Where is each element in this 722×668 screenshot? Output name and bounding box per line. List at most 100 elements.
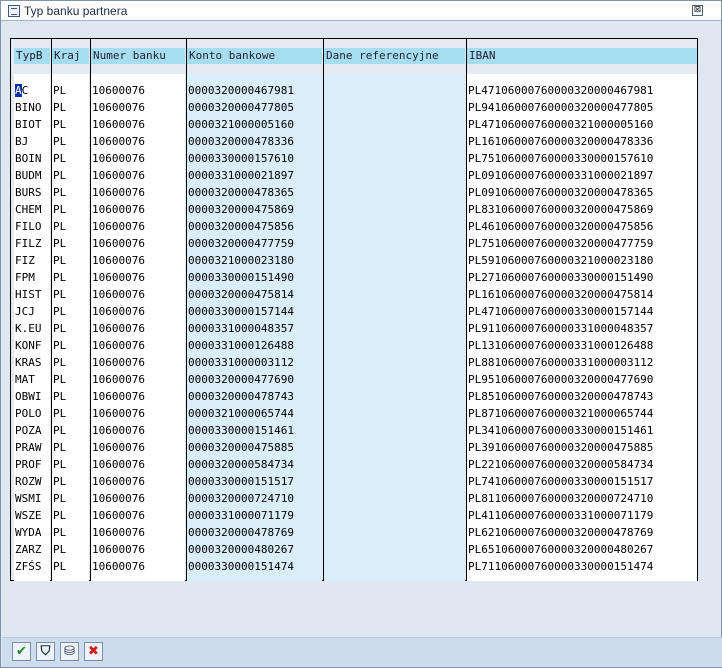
table-cell-kraj[interactable]: PL <box>53 507 88 524</box>
table-cell-iban[interactable]: PL46106000760000320000475856 <box>468 218 696 235</box>
table-cell-kraj[interactable]: PL <box>53 558 88 575</box>
table-cell-iban[interactable]: PL81106000760000320000724710 <box>468 490 696 507</box>
table-cell-numer[interactable]: 10600076 <box>92 371 184 388</box>
confirm-button[interactable]: ✔ <box>12 642 31 661</box>
table-cell-numer[interactable]: 10600076 <box>92 184 184 201</box>
table-cell-iban[interactable]: PL34106000760000330000151461 <box>468 422 696 439</box>
table-cell-iban[interactable]: PL75106000760000320000477759 <box>468 235 696 252</box>
table-cell-typ[interactable]: FPM <box>15 269 49 286</box>
table-cell-konto[interactable]: 0000320000478769 <box>188 524 321 541</box>
table-cell-konto[interactable]: 0000320000480267 <box>188 541 321 558</box>
table-cell-kraj[interactable]: PL <box>53 524 88 541</box>
table-cell-kraj[interactable]: PL <box>53 456 88 473</box>
table-cell-kraj[interactable]: PL <box>53 116 88 133</box>
table-cell-numer[interactable]: 10600076 <box>92 167 184 184</box>
table-cell-typ[interactable]: HIST <box>15 286 49 303</box>
filter-button[interactable]: ⛉ <box>36 642 55 661</box>
table-cell-typ[interactable]: WSMI <box>15 490 49 507</box>
table-cell-dane[interactable] <box>325 388 464 405</box>
table-cell-dane[interactable] <box>325 201 464 218</box>
table-cell-konto[interactable]: 0000320000467981 <box>188 82 321 99</box>
table-cell-dane[interactable] <box>325 524 464 541</box>
table-cell-typ[interactable]: ZFŚS <box>15 558 49 575</box>
table-cell-numer[interactable]: 10600076 <box>92 269 184 286</box>
table-cell-numer[interactable]: 10600076 <box>92 337 184 354</box>
table-cell-numer[interactable]: 10600076 <box>92 490 184 507</box>
table-cell-dane[interactable] <box>325 320 464 337</box>
table-cell-iban[interactable]: PL83106000760000320000475869 <box>468 201 696 218</box>
table-cell-numer[interactable]: 10600076 <box>92 507 184 524</box>
table-cell-typ[interactable]: K.EU <box>15 320 49 337</box>
table-cell-kraj[interactable]: PL <box>53 201 88 218</box>
table-cell-numer[interactable]: 10600076 <box>92 286 184 303</box>
table-cell-dane[interactable] <box>325 235 464 252</box>
table-cell-dane[interactable] <box>325 371 464 388</box>
table-cell-kraj[interactable]: PL <box>53 286 88 303</box>
table-cell-dane[interactable] <box>325 439 464 456</box>
table-cell-kraj[interactable]: PL <box>53 422 88 439</box>
table-cell-konto[interactable]: 0000330000157144 <box>188 303 321 320</box>
table-cell-dane[interactable] <box>325 150 464 167</box>
table-cell-typ[interactable]: FILZ <box>15 235 49 252</box>
table-cell-konto[interactable]: 0000320000475814 <box>188 286 321 303</box>
table-cell-dane[interactable] <box>325 218 464 235</box>
column-header-dane[interactable]: Dane referencyjne <box>324 48 465 64</box>
table-cell-typ[interactable]: BINO <box>15 99 49 116</box>
table-cell-iban[interactable]: PL47106000760000321000005160 <box>468 116 696 133</box>
table-cell-konto[interactable]: 0000320000477690 <box>188 371 321 388</box>
table-cell-kraj[interactable]: PL <box>53 184 88 201</box>
table-cell-konto[interactable]: 0000320000584734 <box>188 456 321 473</box>
table-cell-iban[interactable]: PL91106000760000331000048357 <box>468 320 696 337</box>
table-cell-iban[interactable]: PL65106000760000320000480267 <box>468 541 696 558</box>
table-cell-numer[interactable]: 10600076 <box>92 354 184 371</box>
table-cell-typ[interactable]: WYDA <box>15 524 49 541</box>
table-cell-typ[interactable]: CHEM <box>15 201 49 218</box>
table-cell-kraj[interactable]: PL <box>53 150 88 167</box>
table-cell-typ[interactable]: PROF <box>15 456 49 473</box>
table-cell-iban[interactable]: PL88106000760000331000003112 <box>468 354 696 371</box>
table-cell-typ[interactable]: POZA <box>15 422 49 439</box>
table-cell-kraj[interactable]: PL <box>53 235 88 252</box>
table-cell-dane[interactable] <box>325 354 464 371</box>
table-cell-konto[interactable]: 0000330000151474 <box>188 558 321 575</box>
table-cell-kraj[interactable]: PL <box>53 99 88 116</box>
table-cell-iban[interactable]: PL16106000760000320000478336 <box>468 133 696 150</box>
table-cell-dane[interactable] <box>325 167 464 184</box>
table-cell-dane[interactable] <box>325 490 464 507</box>
table-cell-kraj[interactable]: PL <box>53 439 88 456</box>
table-cell-dane[interactable] <box>325 82 464 99</box>
table-cell-typ[interactable]: BURS <box>15 184 49 201</box>
table-cell-konto[interactable]: 0000320000478365 <box>188 184 321 201</box>
table-cell-typ[interactable]: MAT <box>15 371 49 388</box>
table-cell-numer[interactable]: 10600076 <box>92 303 184 320</box>
table-cell-dane[interactable] <box>325 507 464 524</box>
table-cell-iban[interactable]: PL13106000760000331000126488 <box>468 337 696 354</box>
table-cell-konto[interactable]: 0000320000478336 <box>188 133 321 150</box>
find-button[interactable]: ⛁ <box>60 642 79 661</box>
table-cell-dane[interactable] <box>325 286 464 303</box>
table-cell-numer[interactable]: 10600076 <box>92 150 184 167</box>
close-icon[interactable]: ⊠ <box>692 5 703 16</box>
table-cell-konto[interactable]: 0000331000048357 <box>188 320 321 337</box>
table-cell-typ[interactable]: ZARZ <box>15 541 49 558</box>
table-cell-typ[interactable]: AC <box>15 82 49 99</box>
table-cell-kraj[interactable]: PL <box>53 490 88 507</box>
table-cell-iban[interactable]: PL74106000760000330000151517 <box>468 473 696 490</box>
table-cell-typ[interactable]: FIZ <box>15 252 49 269</box>
table-cell-iban[interactable]: PL09106000760000320000478365 <box>468 184 696 201</box>
table-cell-dane[interactable] <box>325 269 464 286</box>
table-cell-iban[interactable]: PL27106000760000330000151490 <box>468 269 696 286</box>
table-cell-konto[interactable]: 0000331000126488 <box>188 337 321 354</box>
table-cell-kraj[interactable]: PL <box>53 371 88 388</box>
table-cell-typ[interactable]: KONF <box>15 337 49 354</box>
table-cell-konto[interactable]: 0000320000477805 <box>188 99 321 116</box>
column-header-numer[interactable]: Numer banku <box>91 48 185 64</box>
table-cell-typ[interactable]: ROZW <box>15 473 49 490</box>
table-cell-konto[interactable]: 0000320000475869 <box>188 201 321 218</box>
table-cell-dane[interactable] <box>325 473 464 490</box>
table-cell-konto[interactable]: 0000320000478743 <box>188 388 321 405</box>
table-cell-konto[interactable]: 0000330000151517 <box>188 473 321 490</box>
table-cell-konto[interactable]: 0000321000005160 <box>188 116 321 133</box>
table-cell-numer[interactable]: 10600076 <box>92 99 184 116</box>
table-cell-kraj[interactable]: PL <box>53 405 88 422</box>
